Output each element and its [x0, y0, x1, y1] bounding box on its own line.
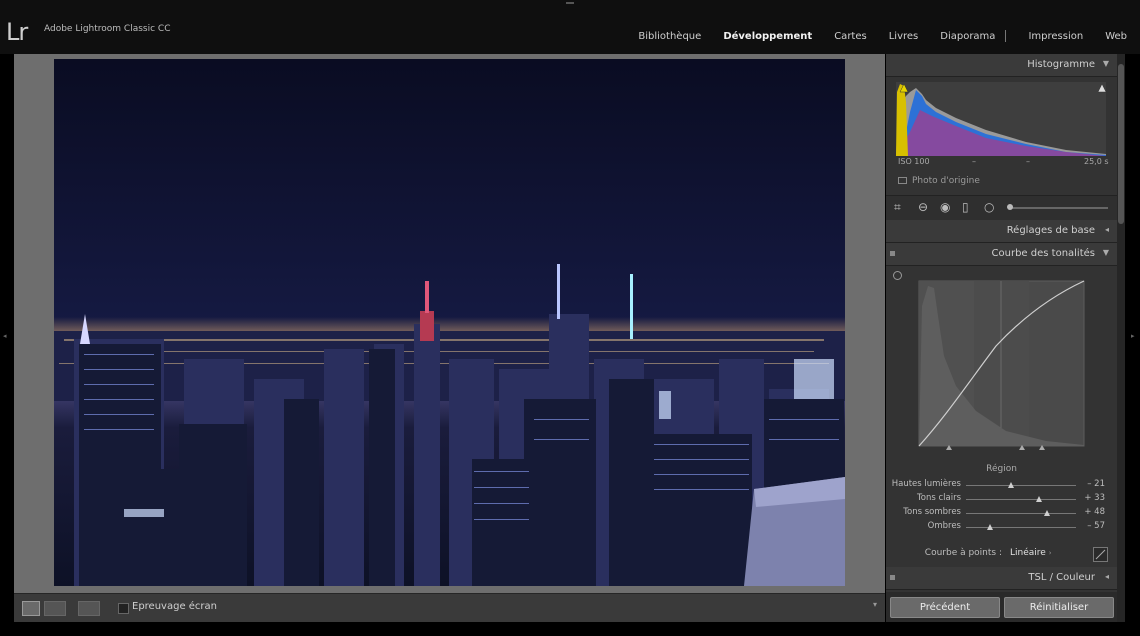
- point-curve-row: Courbe à points : Linéaire ›: [886, 547, 1117, 563]
- expand-arrow-icon: ◂: [1104, 572, 1109, 581]
- adjustment-brush-slider[interactable]: [1007, 204, 1108, 210]
- panel-toggle-icon[interactable]: [890, 575, 895, 580]
- histogram-title: Histogramme: [1027, 59, 1095, 70]
- tone-curve-graph[interactable]: [886, 266, 1117, 461]
- module-library[interactable]: Bibliothèque: [638, 31, 701, 42]
- module-web[interactable]: Web: [1105, 31, 1127, 42]
- point-curve-value: Linéaire: [1010, 548, 1046, 558]
- targeted-adjustment-icon[interactable]: [893, 271, 902, 280]
- shadows-slider[interactable]: [966, 524, 1076, 530]
- edit-point-curve-icon[interactable]: [1093, 547, 1108, 562]
- highlights-value[interactable]: – 21: [1087, 479, 1105, 489]
- basic-panel-header[interactable]: Réglages de base ◂: [886, 220, 1117, 243]
- develop-right-panel: Histogramme ▼ ISO 100 – – 25,0 s Photo d…: [886, 54, 1117, 622]
- darks-slider[interactable]: [966, 510, 1076, 516]
- module-map[interactable]: Cartes: [834, 31, 867, 42]
- module-slideshow[interactable]: Diaporama: [940, 31, 995, 42]
- module-bar: Lr Adobe Lightroom Classic CC Bibliothèq…: [0, 0, 1140, 54]
- image-viewer[interactable]: [14, 54, 885, 593]
- lights-slider-knob[interactable]: [1036, 496, 1042, 502]
- histogram-aperture: –: [1026, 157, 1030, 166]
- tone-curve-title: Courbe des tonalités: [991, 248, 1095, 259]
- collapse-arrow-icon: ▼: [1102, 248, 1109, 257]
- point-curve-label: Courbe à points :: [924, 548, 1002, 558]
- viewer-toolbar: Epreuvage écran ▾: [14, 593, 885, 622]
- lr-logo: Lr: [6, 18, 28, 46]
- histogram-header[interactable]: Histogramme ▼: [886, 54, 1117, 77]
- loupe-view-button[interactable]: [22, 601, 40, 616]
- shadows-value[interactable]: – 57: [1087, 521, 1105, 531]
- soft-proofing-label: Epreuvage écran: [132, 601, 217, 612]
- highlights-slider[interactable]: [966, 482, 1076, 488]
- collapse-arrow-icon: ▼: [1102, 59, 1109, 68]
- darks-slider-knob[interactable]: [1044, 510, 1050, 516]
- right-panel-toggle-icon[interactable]: ▸: [1131, 332, 1135, 340]
- before-after-button[interactable]: [44, 601, 66, 616]
- expand-arrow-icon: ◂: [1104, 225, 1109, 234]
- darks-value[interactable]: + 48: [1084, 507, 1105, 517]
- lights-slider-row: Tons clairs + 33: [886, 493, 1117, 506]
- hsl-panel-title: TSL / Couleur: [1028, 572, 1095, 583]
- histogram-graph[interactable]: [896, 82, 1107, 156]
- app-name: Adobe Lightroom Classic CC: [44, 24, 171, 34]
- module-develop[interactable]: Développement: [723, 31, 812, 42]
- panel-toggle-icon[interactable]: [890, 251, 895, 256]
- tone-curve-area[interactable]: [886, 266, 1117, 461]
- darks-slider-row: Tons sombres + 48: [886, 507, 1117, 520]
- scrollbar-thumb[interactable]: [1118, 64, 1124, 224]
- module-picker: Bibliothèque Développement Cartes Livres…: [616, 30, 1127, 42]
- photo-icon: [898, 177, 907, 184]
- shadows-slider-row: Ombres – 57: [886, 521, 1117, 534]
- soft-proofing-checkbox[interactable]: [118, 603, 129, 614]
- top-panel-toggle[interactable]: [566, 2, 574, 4]
- photo-preview: [54, 59, 845, 586]
- slider-knob[interactable]: [1007, 204, 1013, 210]
- reset-button[interactable]: Réinitialiser: [1004, 597, 1114, 618]
- shadows-slider-knob[interactable]: [987, 524, 993, 530]
- tool-strip: ⌗ ⊖ ◉ ▯ ○: [886, 195, 1117, 221]
- spot-removal-icon[interactable]: ⊖: [918, 201, 928, 213]
- original-photo: Photo d'origine: [898, 176, 980, 186]
- compare-view-button[interactable]: [78, 601, 100, 616]
- module-separator: [1005, 30, 1007, 42]
- lights-slider[interactable]: [966, 496, 1076, 502]
- tone-curve-header[interactable]: Courbe des tonalités ▼: [886, 243, 1117, 266]
- basic-panel-title: Réglages de base: [1006, 225, 1095, 236]
- histogram-iso: ISO 100: [898, 157, 930, 166]
- previous-button[interactable]: Précédent: [890, 597, 1000, 618]
- bottom-button-bar: Précédent Réinitialiser: [886, 592, 1117, 622]
- highlights-slider-row: Hautes lumières – 21: [886, 479, 1117, 492]
- chevron-right-icon: ›: [1048, 549, 1052, 557]
- city-night-photo: [54, 59, 845, 586]
- lights-value[interactable]: + 33: [1084, 493, 1105, 503]
- original-photo-label: Photo d'origine: [912, 176, 980, 186]
- module-book[interactable]: Livres: [889, 31, 919, 42]
- histogram-focal: –: [972, 157, 976, 166]
- lights-label: Tons clairs: [917, 493, 961, 503]
- right-panel-scrollbar[interactable]: [1117, 54, 1125, 622]
- toolbar-menu-chevron-icon[interactable]: ▾: [873, 600, 877, 609]
- highlights-slider-knob[interactable]: [1008, 482, 1014, 488]
- left-panel-toggle-icon[interactable]: ◂: [3, 332, 7, 340]
- point-curve-select[interactable]: Linéaire ›: [1010, 548, 1052, 558]
- red-eye-icon[interactable]: ◉: [940, 201, 950, 213]
- graduated-filter-icon[interactable]: ▯: [962, 201, 969, 213]
- darks-label: Tons sombres: [903, 507, 961, 517]
- shadows-label: Ombres: [927, 521, 961, 531]
- highlights-label: Hautes lumières: [891, 479, 961, 489]
- region-title: Région: [986, 464, 1017, 474]
- histogram-plot: [896, 82, 1107, 156]
- radial-filter-icon[interactable]: ○: [984, 201, 994, 213]
- histogram-shutter: 25,0 s: [1084, 157, 1109, 166]
- crop-overlay-icon[interactable]: ⌗: [894, 201, 901, 213]
- module-print[interactable]: Impression: [1028, 31, 1083, 42]
- hsl-panel-header[interactable]: TSL / Couleur ◂: [886, 567, 1117, 590]
